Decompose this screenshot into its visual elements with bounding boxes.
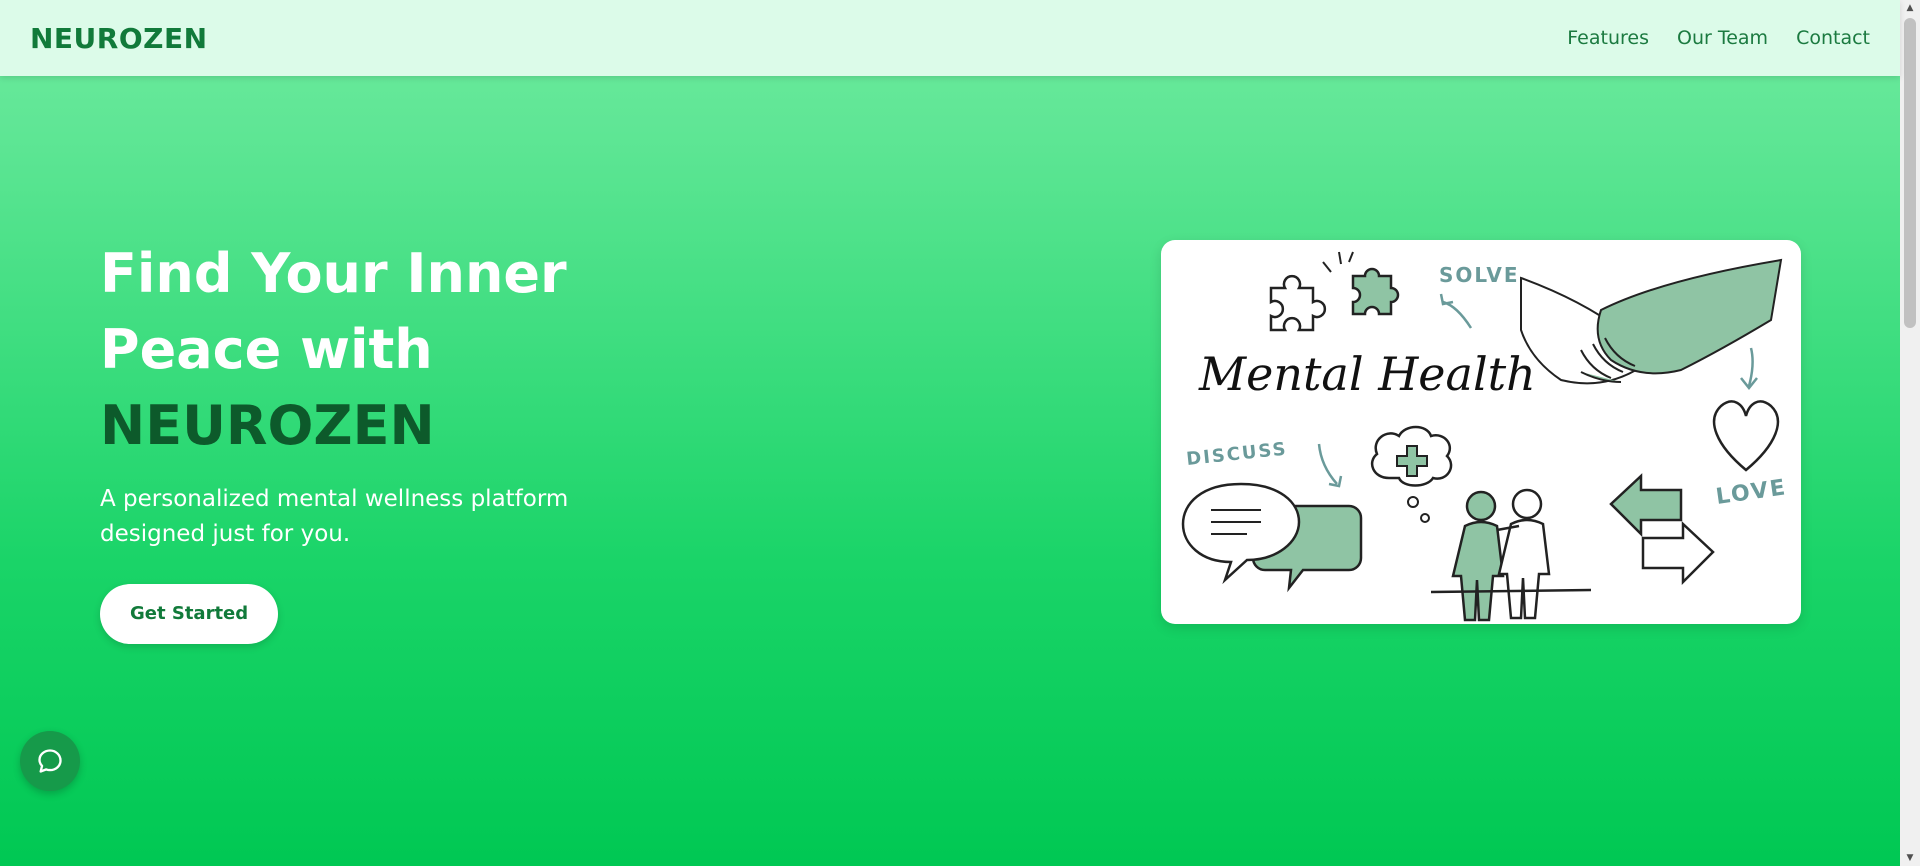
- handshake-icon: [1520, 258, 1783, 385]
- arrow-left-icon: [1609, 473, 1683, 538]
- get-started-button[interactable]: Get Started: [100, 584, 279, 644]
- love-arrow-icon: [1747, 347, 1754, 387]
- discuss-label: DISCUSS: [1185, 438, 1288, 470]
- solve-label: SOLVE: [1439, 263, 1520, 287]
- page-background: NEUROZEN Features Our Team Contact Find …: [0, 0, 1900, 866]
- top-navbar: NEUROZEN Features Our Team Contact: [0, 0, 1900, 76]
- hero-title-line2: Peace with: [100, 318, 433, 381]
- hero-title-line1: Find Your Inner: [100, 242, 567, 305]
- thought-cloud-icon: [1370, 425, 1453, 523]
- nav-links: Features Our Team Contact: [1567, 27, 1870, 49]
- arrow-right-icon: [1641, 521, 1715, 586]
- hero-subtitle: A personalized mental wellness platform …: [100, 486, 569, 547]
- hero-text-section: Find Your Inner Peace with NEUROZEN A pe…: [100, 236, 700, 644]
- scroll-up-arrow-icon[interactable]: ▲: [1900, 0, 1920, 16]
- speech-bubbles-icon: [1181, 482, 1363, 593]
- hero-title-brand: NEUROZEN: [100, 394, 435, 457]
- nav-link-features[interactable]: Features: [1567, 27, 1649, 49]
- people-icon: [1430, 488, 1592, 622]
- discuss-arrow-icon: [1317, 443, 1338, 485]
- mental-health-illustration: SOLVE Mental Health LOVE DISCUSS: [1181, 251, 1789, 622]
- heart-icon: [1712, 400, 1780, 472]
- nav-link-contact[interactable]: Contact: [1796, 27, 1870, 49]
- puzzle-icon: [1269, 274, 1327, 332]
- hero-illustration-card: SOLVE Mental Health LOVE DISCUSS: [1161, 240, 1801, 624]
- love-label: LOVE: [1714, 475, 1788, 510]
- chat-bubble-icon[interactable]: [20, 731, 80, 791]
- site-logo[interactable]: NEUROZEN: [30, 22, 208, 55]
- solve-arrow-icon: [1442, 300, 1473, 329]
- scroll-down-arrow-icon[interactable]: ▼: [1900, 850, 1920, 866]
- hero-title: Find Your Inner Peace with NEUROZEN: [100, 236, 700, 464]
- spark-lines: [1322, 251, 1354, 273]
- scrollbar-thumb[interactable]: [1904, 18, 1916, 328]
- vertical-scrollbar[interactable]: ▲ ▼: [1900, 0, 1920, 866]
- puzzle-filled-icon: [1351, 267, 1400, 316]
- illustration-heading: Mental Health: [1198, 347, 1536, 401]
- nav-link-our-team[interactable]: Our Team: [1677, 27, 1768, 49]
